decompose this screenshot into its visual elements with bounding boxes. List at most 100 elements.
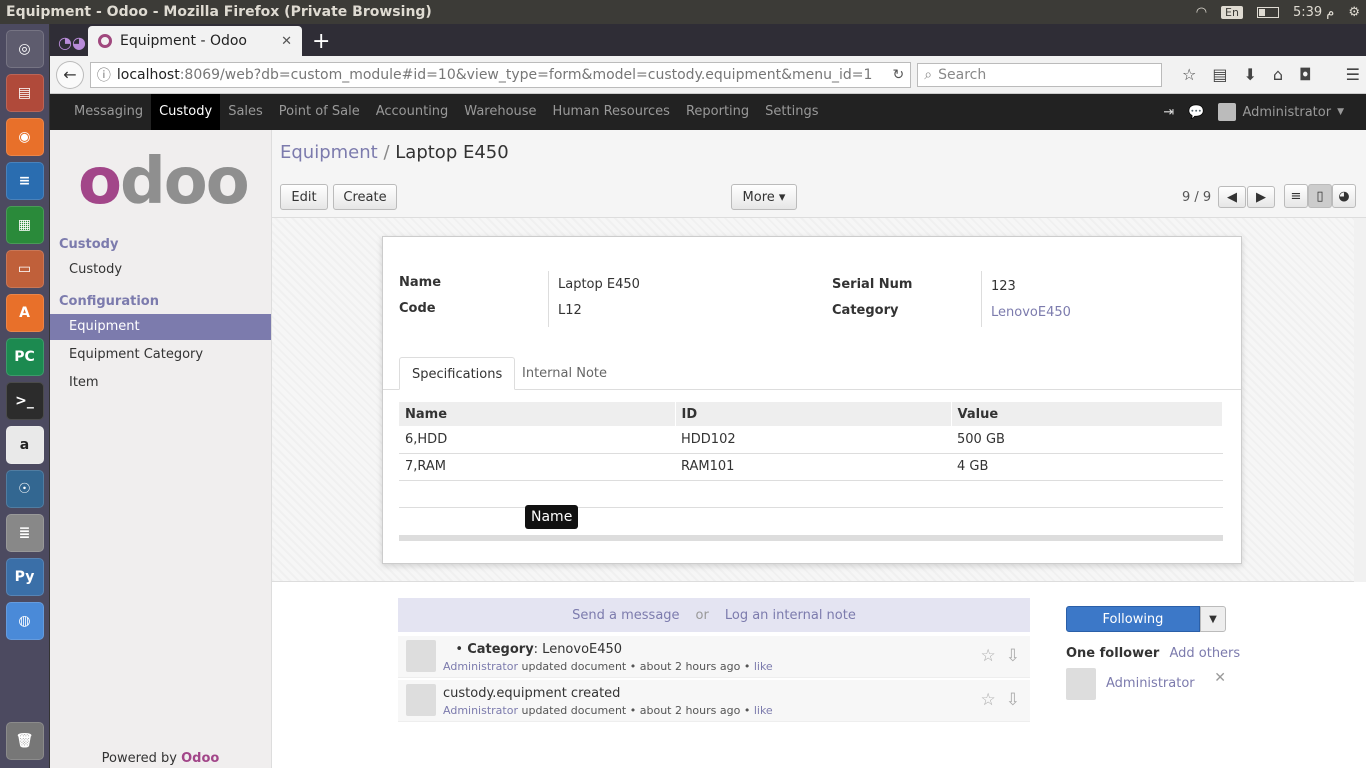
- menu-accounting[interactable]: Accounting: [368, 94, 457, 130]
- pgadmin-icon[interactable]: ☉: [5, 470, 44, 508]
- sidebar-item-custody[interactable]: Custody: [50, 257, 271, 283]
- more-button[interactable]: More ▾: [731, 184, 797, 210]
- star-icon[interactable]: ☆: [981, 690, 996, 710]
- powered-by-link[interactable]: Odoo: [181, 751, 219, 766]
- clock[interactable]: م 5:39: [1293, 5, 1334, 20]
- edit-button[interactable]: Edit: [280, 184, 328, 210]
- keyboard-layout[interactable]: En: [1221, 5, 1243, 19]
- breadcrumb-parent[interactable]: Equipment: [280, 142, 378, 163]
- close-tab-icon[interactable]: ✕: [281, 34, 292, 49]
- form-view-icon[interactable]: ▯: [1308, 184, 1332, 208]
- software-center-icon[interactable]: A: [5, 294, 44, 332]
- control-panel: Equipment / Laptop E450 Edit Create More…: [272, 130, 1366, 218]
- menu-human-resources[interactable]: Human Resources: [545, 94, 678, 130]
- menu-custody[interactable]: Custody: [151, 94, 221, 130]
- breadcrumb-separator: /: [383, 142, 390, 163]
- reload-icon[interactable]: ↻: [893, 67, 905, 83]
- scrollbar[interactable]: [1354, 218, 1366, 582]
- follower-name[interactable]: Administrator: [1106, 676, 1195, 691]
- sidebar-item-equipment[interactable]: Equipment: [50, 314, 271, 340]
- menu-point-of-sale[interactable]: Point of Sale: [271, 94, 368, 130]
- home-icon[interactable]: ⌂: [1273, 65, 1283, 84]
- add-others-link[interactable]: Add others: [1169, 646, 1240, 661]
- sidebar-item-equipment-category[interactable]: Equipment Category: [50, 342, 271, 368]
- tab-internal-note[interactable]: Internal Note: [510, 357, 619, 390]
- bookmark-star-icon[interactable]: ☆: [1182, 65, 1196, 84]
- calc-icon[interactable]: ▦: [5, 206, 44, 244]
- archive-icon[interactable]: ⇩: [1006, 646, 1020, 666]
- avatar: [1066, 668, 1096, 700]
- like-link[interactable]: like: [754, 704, 773, 717]
- code-field[interactable]: L12: [558, 303, 582, 318]
- like-link[interactable]: like: [754, 660, 773, 673]
- info-icon[interactable]: ⓘ: [97, 65, 111, 85]
- user-menu[interactable]: Administrator ▼: [1218, 103, 1344, 121]
- settings-gear-icon[interactable]: ⚙: [1348, 5, 1360, 20]
- column-header-value[interactable]: Value: [951, 402, 1223, 426]
- dash-icon[interactable]: ◎: [5, 30, 44, 68]
- battery-icon[interactable]: [1256, 6, 1279, 18]
- table-cell: RAM101: [675, 453, 951, 481]
- table-row[interactable]: 7,RAM RAM101 4 GB: [399, 453, 1223, 481]
- table-divider: [399, 507, 1223, 508]
- os-top-bar: Equipment - Odoo - Mozilla Firefox (Priv…: [0, 0, 1366, 24]
- menu-warehouse[interactable]: Warehouse: [456, 94, 544, 130]
- category-link[interactable]: LenovoE450: [991, 305, 1071, 320]
- chromium-icon[interactable]: ◍: [5, 602, 44, 640]
- browser-tab[interactable]: Equipment - Odoo ✕: [88, 26, 302, 56]
- specifications-table: Name ID Value 6,HDD HDD102 500 GB 7,RAM: [399, 402, 1223, 481]
- chat-icon[interactable]: 💬: [1188, 105, 1204, 120]
- table-row[interactable]: 6,HDD HDD102 500 GB: [399, 426, 1223, 454]
- message-author[interactable]: Administrator: [443, 660, 518, 673]
- archive-icon[interactable]: ⇩: [1006, 690, 1020, 710]
- pager-value: 9 / 9: [1182, 190, 1212, 205]
- follow-widget: Following ▼: [1066, 606, 1226, 632]
- serial-num-field[interactable]: 123: [991, 279, 1016, 294]
- menu-messaging[interactable]: Messaging: [66, 94, 151, 130]
- message-author[interactable]: Administrator: [443, 704, 518, 717]
- follow-options-button[interactable]: ▼: [1200, 606, 1226, 632]
- create-button[interactable]: Create: [333, 184, 397, 210]
- impress-icon[interactable]: ▭: [5, 250, 44, 288]
- reading-list-icon[interactable]: ▤: [1212, 65, 1227, 84]
- odoo-logo[interactable]: odoo: [78, 144, 250, 220]
- amazon-icon[interactable]: a: [5, 426, 44, 464]
- python-icon[interactable]: Py: [5, 558, 44, 596]
- files-icon[interactable]: ▤: [5, 74, 44, 112]
- column-header-id[interactable]: ID: [675, 402, 952, 426]
- terminal-icon[interactable]: >_: [5, 382, 44, 420]
- writer-icon[interactable]: ≡: [5, 162, 44, 200]
- new-tab-button[interactable]: +: [302, 28, 340, 56]
- send-message-link[interactable]: Send a message: [572, 608, 679, 623]
- breadcrumb: Equipment / Laptop E450: [280, 142, 509, 163]
- name-field[interactable]: Laptop E450: [558, 277, 640, 292]
- url-bar[interactable]: ⓘ localhost:8069/web?db=custom_module#id…: [89, 61, 912, 88]
- remove-follower-icon[interactable]: ✕: [1214, 670, 1226, 686]
- menu-sales[interactable]: Sales: [220, 94, 271, 130]
- pycharm-icon[interactable]: PC: [5, 338, 44, 376]
- back-button[interactable]: ←: [56, 60, 84, 89]
- list-view-icon[interactable]: ≡: [1284, 184, 1308, 208]
- trash-icon[interactable]: 🗑: [5, 722, 44, 760]
- log-note-link[interactable]: Log an internal note: [725, 608, 856, 623]
- graph-view-icon[interactable]: ◕: [1332, 184, 1356, 208]
- following-button[interactable]: Following: [1066, 606, 1200, 632]
- login-icon[interactable]: ⇥: [1163, 105, 1174, 120]
- sidebar-item-item[interactable]: Item: [50, 370, 271, 396]
- pager-next-button[interactable]: ▶: [1247, 186, 1275, 208]
- database-icon[interactable]: ≣: [5, 514, 44, 552]
- download-icon[interactable]: ⬇: [1243, 65, 1256, 84]
- menu-settings[interactable]: Settings: [757, 94, 826, 130]
- column-header-name[interactable]: Name: [399, 402, 676, 426]
- pocket-icon[interactable]: ◘: [1299, 65, 1312, 84]
- field-divider: [981, 271, 982, 327]
- wifi-icon[interactable]: ◠: [1196, 5, 1207, 20]
- form-background: Name Laptop E450 Code L12 Serial Num 123…: [272, 218, 1366, 582]
- pager-previous-button[interactable]: ◀: [1218, 186, 1246, 208]
- menu-icon[interactable]: ☰: [1346, 65, 1360, 84]
- firefox-icon[interactable]: ◉: [5, 118, 44, 156]
- menu-reporting[interactable]: Reporting: [678, 94, 757, 130]
- tab-specifications[interactable]: Specifications: [399, 357, 516, 390]
- star-icon[interactable]: ☆: [981, 646, 996, 666]
- search-input[interactable]: ⌕ Search: [917, 62, 1162, 87]
